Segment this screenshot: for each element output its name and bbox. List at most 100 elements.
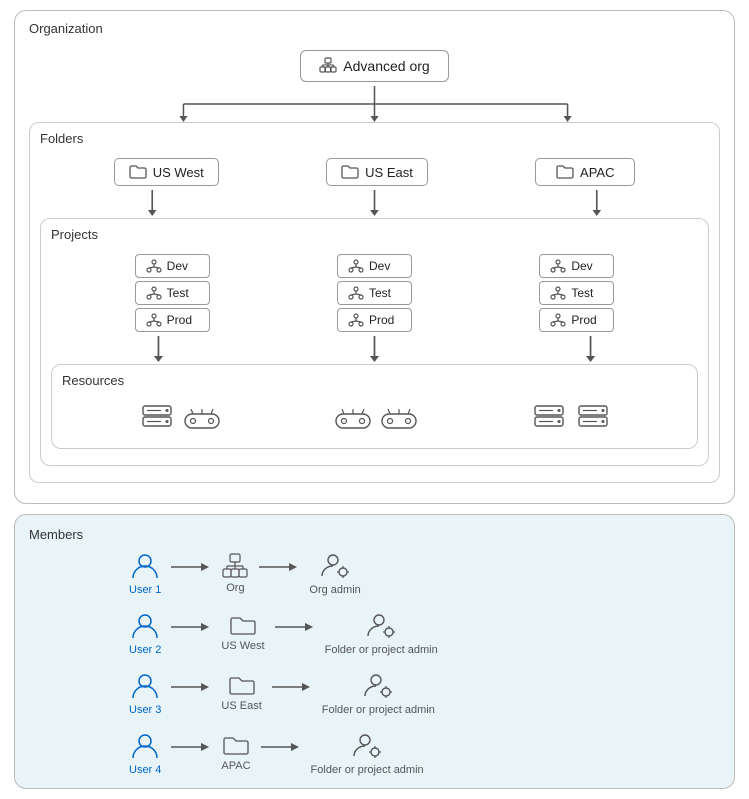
- folder-useast: US East: [326, 158, 428, 186]
- project-apac-prod: Prod: [539, 308, 614, 332]
- user2-label: User 2: [129, 644, 161, 656]
- resource-group-useast: [334, 406, 418, 434]
- project-arrows-svg: [51, 336, 698, 364]
- member-folderadmin-role-3: Folder or project admin: [322, 670, 435, 716]
- resources-row: [62, 396, 687, 438]
- user3-icon: [129, 670, 161, 702]
- project-test-icon: [146, 285, 162, 301]
- router-useast-2-icon: [380, 406, 418, 434]
- org-icon: [319, 57, 337, 75]
- member-user1: User 1: [129, 550, 161, 596]
- project-useast-prod-label: Prod: [369, 313, 394, 327]
- member-org-target: Org: [221, 552, 249, 594]
- project-apac-dev-icon: [550, 258, 566, 274]
- member-orgadmin-role: Org admin: [309, 550, 360, 596]
- folderadmin-2-icon: [365, 610, 397, 642]
- resources-label: Resources: [62, 373, 687, 388]
- user2-icon: [129, 610, 161, 642]
- arrow-org-to-orgadmin: [259, 559, 299, 575]
- member-row-2: User 2 US West: [129, 610, 720, 656]
- folderadmin-4-label: Folder or project admin: [311, 764, 424, 776]
- project-apac-test-icon: [550, 285, 566, 301]
- org-target-label: Org: [226, 582, 244, 594]
- members-label: Members: [29, 527, 720, 542]
- router-uswest-icon: [183, 406, 221, 434]
- project-useast-test-label: Test: [369, 286, 391, 300]
- project-group-apac: Dev: [539, 254, 614, 332]
- folder-useast-label: US East: [365, 165, 413, 180]
- orgadmin-icon: [319, 550, 351, 582]
- project-apac-test-label: Test: [571, 286, 593, 300]
- organization-label: Organization: [29, 21, 720, 36]
- org-to-folders-arrows: [29, 86, 720, 122]
- project-group-useast: Dev: [337, 254, 412, 332]
- resources-subsection: Resources: [51, 364, 698, 449]
- folder-apac-member-icon: [222, 734, 250, 758]
- folders-row: US West US East: [40, 154, 709, 190]
- folders-subsection: Folders US West: [29, 122, 720, 483]
- folder-uswest-icon: [129, 164, 147, 180]
- folder-useast-member-icon: [228, 674, 256, 698]
- member-uswest-target: US West: [221, 614, 264, 652]
- org-box: Advanced org: [300, 50, 448, 82]
- members-section: Members User 1: [14, 514, 735, 789]
- server-apac-1-icon: [531, 402, 567, 438]
- project-apac-dev: Dev: [539, 254, 614, 278]
- project-useast-test: Test: [337, 281, 412, 305]
- user1-icon: [129, 550, 161, 582]
- project-apac-prod-label: Prod: [571, 313, 596, 327]
- user4-icon: [129, 730, 161, 762]
- arrow-user3-to-useast: [171, 679, 211, 695]
- project-uswest-test: Test: [135, 281, 210, 305]
- user4-label: User 4: [129, 764, 161, 776]
- member-apac-target: APAC: [221, 734, 250, 772]
- projects-label: Projects: [51, 227, 698, 242]
- folder-useast-icon: [341, 164, 359, 180]
- org-target-icon: [221, 552, 249, 580]
- useast-target-label: US East: [221, 700, 261, 712]
- project-useast-prod-icon: [348, 312, 364, 328]
- project-useast-dev-icon: [348, 258, 364, 274]
- member-row-1: User 1: [129, 550, 720, 596]
- apac-target-label: APAC: [221, 760, 250, 772]
- server-uswest-icon: [139, 402, 175, 438]
- org-arrows-svg: [29, 86, 720, 122]
- arrow-apac-to-folderadmin: [261, 739, 301, 755]
- folder-arrows-svg: [40, 190, 709, 218]
- project-uswest-test-label: Test: [167, 286, 189, 300]
- projects-to-resources-arrows: [51, 336, 698, 364]
- project-useast-prod: Prod: [337, 308, 412, 332]
- folderadmin-3-label: Folder or project admin: [322, 704, 435, 716]
- user1-label: User 1: [129, 584, 161, 596]
- main-container: Organization Adva: [0, 0, 749, 799]
- project-useast-dev-label: Dev: [369, 259, 390, 273]
- members-grid: User 1: [29, 550, 720, 776]
- project-useast-test-icon: [348, 285, 364, 301]
- project-dev-icon: [146, 258, 162, 274]
- folder-apac: APAC: [535, 158, 635, 186]
- project-group-uswest: Dev: [135, 254, 210, 332]
- member-row-3: User 3 US East: [129, 670, 720, 716]
- uswest-target-label: US West: [221, 640, 264, 652]
- member-folderadmin-role-2: Folder or project admin: [325, 610, 438, 656]
- member-row-4: User 4 APAC: [129, 730, 720, 776]
- member-user2: User 2: [129, 610, 161, 656]
- top-section: Organization Adva: [14, 10, 735, 504]
- folderadmin-4-icon: [351, 730, 383, 762]
- router-useast-1-icon: [334, 406, 372, 434]
- org-section: Advanced org: [29, 44, 720, 86]
- folder-uswest-label: US West: [153, 165, 204, 180]
- member-user3: User 3: [129, 670, 161, 716]
- project-prod-icon: [146, 312, 162, 328]
- arrow-user4-to-apac: [171, 739, 211, 755]
- folders-label: Folders: [40, 131, 709, 146]
- orgadmin-label: Org admin: [309, 584, 360, 596]
- folder-apac-icon: [556, 164, 574, 180]
- arrow-uswest-to-folderadmin: [275, 619, 315, 635]
- resource-group-uswest: [139, 402, 221, 438]
- member-user4: User 4: [129, 730, 161, 776]
- user3-label: User 3: [129, 704, 161, 716]
- project-apac-test: Test: [539, 281, 614, 305]
- org-name: Advanced org: [343, 58, 429, 74]
- server-apac-2-icon: [575, 402, 611, 438]
